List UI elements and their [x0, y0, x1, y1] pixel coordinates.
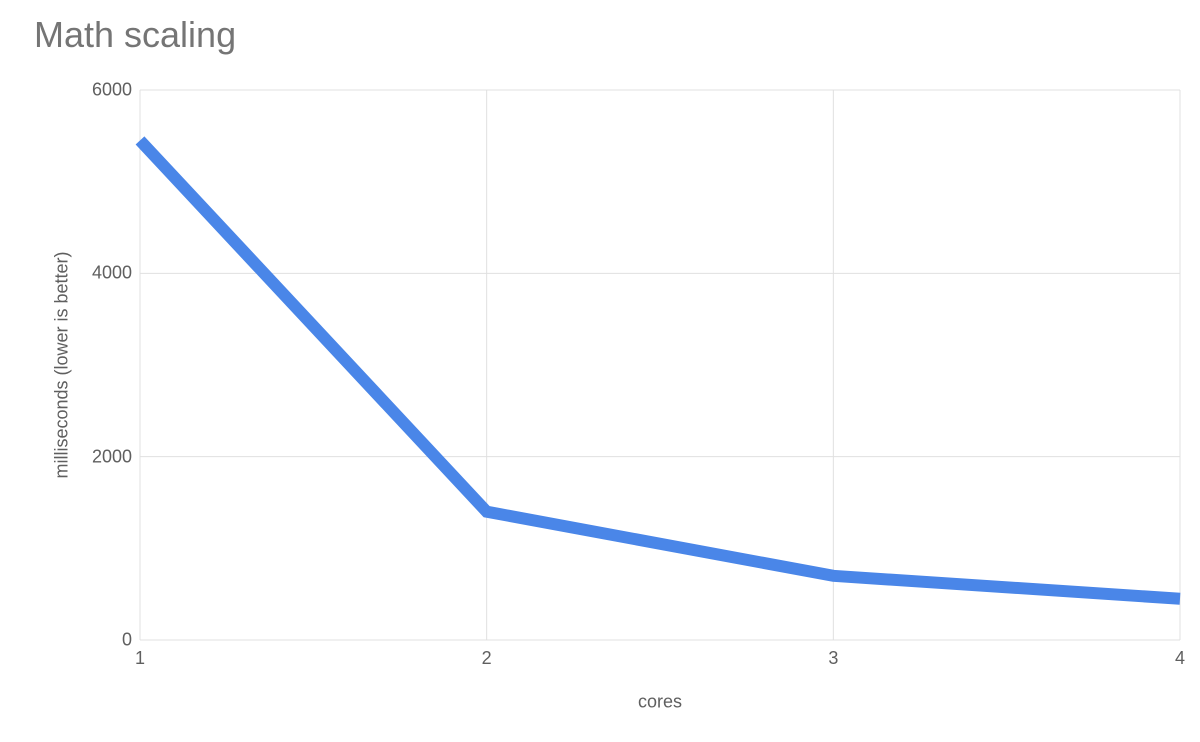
x-tick-label: 1: [120, 648, 160, 669]
chart-svg: [140, 90, 1180, 640]
x-tick-label: 4: [1160, 648, 1200, 669]
chart-container: Math scaling 0200040006000 1234 millisec…: [0, 0, 1200, 742]
y-tick-label: 6000: [52, 80, 132, 101]
data-series-line: [140, 140, 1180, 598]
y-axis-label: milliseconds (lower is better): [52, 251, 73, 478]
x-tick-label: 3: [813, 648, 853, 669]
x-tick-label: 2: [467, 648, 507, 669]
gridlines: [140, 90, 1180, 640]
x-axis-label: cores: [638, 692, 682, 713]
plot-area: [140, 90, 1180, 640]
chart-title: Math scaling: [34, 14, 236, 56]
